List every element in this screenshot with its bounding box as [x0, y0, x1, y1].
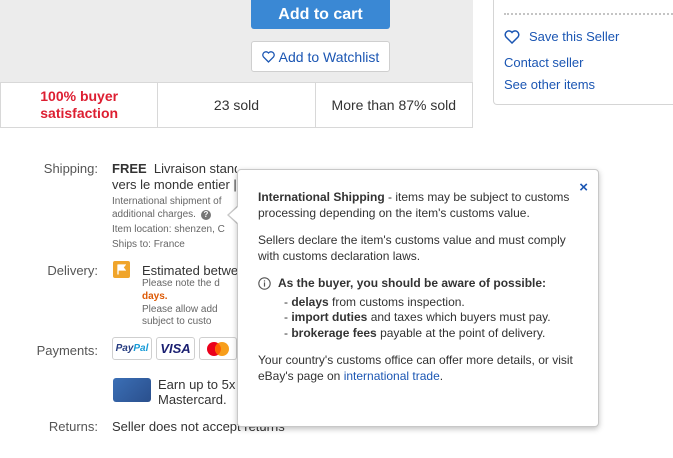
- item-location-value: shenzen, C: [174, 224, 225, 235]
- tooltip-footer-end: .: [439, 368, 444, 383]
- shipping-label: Shipping:: [43, 161, 98, 176]
- satisfaction-line2: satisfaction: [40, 105, 119, 121]
- stats-row: 100% buyer satisfaction 23 sold More than…: [0, 82, 473, 128]
- delivery-days: days.: [142, 291, 168, 302]
- returns-label: Returns:: [48, 419, 98, 434]
- other-items-link[interactable]: See other items: [504, 77, 595, 92]
- tooltip-aware-heading: As the buyer, you should be aware of pos…: [278, 276, 547, 290]
- shipping-note1: International shipment of: [112, 196, 222, 207]
- shipping-note2: additional charges. ?: [112, 209, 211, 220]
- risk-delays-text: from customs inspection.: [328, 294, 465, 309]
- list-item: - import duties and taxes which buyers m…: [284, 310, 551, 324]
- ships-to-value: France: [153, 239, 185, 250]
- risk-delays: delays: [291, 294, 329, 309]
- heart-icon: [504, 29, 520, 44]
- risk-brokerage-fees-text: payable at the point of delivery.: [376, 325, 546, 340]
- paypal-pal: Pal: [133, 343, 149, 354]
- help-icon[interactable]: ?: [200, 209, 211, 220]
- delivery-note: Please note the d: [142, 278, 220, 289]
- seller-divider: [504, 13, 673, 15]
- flag-icon: [113, 261, 130, 278]
- add-to-cart-button[interactable]: Add to cart: [251, 0, 390, 29]
- satisfaction-line1: 100% buyer: [40, 88, 119, 104]
- tooltip-arrow-fill: [229, 206, 239, 224]
- international-trade-link[interactable]: international trade: [344, 369, 440, 383]
- risk-brokerage-fees: brokerage fees: [291, 325, 377, 340]
- shipping-free: FREE: [112, 161, 147, 176]
- shipping-line2: vers le monde entier |: [112, 177, 237, 192]
- close-icon[interactable]: ×: [579, 180, 588, 196]
- save-seller-link[interactable]: Save this Seller: [504, 29, 619, 44]
- paypal-pay: Pay: [115, 343, 134, 354]
- risk-import-duties-text: and taxes which buyers must pay.: [367, 310, 551, 324]
- promo-line2: Mastercard.: [158, 392, 227, 407]
- list-item: - delays from customs inspection.: [284, 294, 465, 309]
- international-shipping-tooltip: × International Shipping - items may be …: [237, 169, 599, 427]
- visa-logo: VISA: [156, 337, 195, 360]
- item-location: Item location: shenzen, C: [112, 224, 225, 235]
- info-icon: [258, 276, 278, 295]
- risk-import-duties: import duties: [291, 310, 368, 324]
- tooltip-sellers-note: Sellers declare the item's customs value…: [258, 233, 566, 263]
- payments-label: Payments:: [36, 343, 98, 358]
- promo-line1: Earn up to 5x: [158, 377, 236, 392]
- paypal-logo: Pay Pal: [112, 337, 152, 360]
- tooltip-intro: International Shipping - items may be su…: [258, 190, 578, 221]
- delivery-estimate: Estimated betwe: [142, 263, 239, 278]
- mastercard-logo: [199, 337, 237, 360]
- sold-count-stat: 23 sold: [158, 83, 316, 127]
- buy-box-panel: [0, 0, 473, 82]
- tooltip-aware-section: As the buyer, you should be aware of pos…: [258, 276, 578, 295]
- add-to-watchlist-button[interactable]: Add to Watchlist: [251, 41, 390, 72]
- delivery-allow: Please allow add: [142, 304, 218, 315]
- buyer-satisfaction-stat: 100% buyer satisfaction: [1, 83, 159, 127]
- shipping-method-text: Livraison standard à partir de Chine/Hon…: [153, 161, 237, 176]
- item-location-label: Item location:: [112, 224, 172, 235]
- ships-to-label: Ships to:: [112, 239, 151, 250]
- tooltip-title: International Shipping: [258, 190, 385, 204]
- sold-percent-stat: More than 87% sold: [331, 97, 457, 113]
- delivery-label: Delivery:: [47, 263, 98, 278]
- delivery-customs: subject to custo: [142, 316, 212, 327]
- tooltip-risks-list: - delays from customs inspection. - impo…: [258, 295, 578, 342]
- ebay-mastercard-icon: [113, 378, 151, 402]
- list-item: - brokerage fees payable at the point of…: [284, 325, 546, 340]
- contact-seller-link[interactable]: Contact seller: [504, 55, 583, 70]
- save-seller-label: Save this Seller: [529, 29, 620, 44]
- add-to-watchlist-label: Add to Watchlist: [278, 48, 380, 65]
- heart-icon: [261, 50, 275, 63]
- shipping-method: FREE Livraison standard à partir de Chin…: [112, 161, 237, 176]
- shipping-note2-text: additional charges.: [112, 209, 196, 220]
- tooltip-footer: Your country's customs office can offer …: [258, 353, 578, 384]
- ships-to: Ships to: France: [112, 239, 185, 250]
